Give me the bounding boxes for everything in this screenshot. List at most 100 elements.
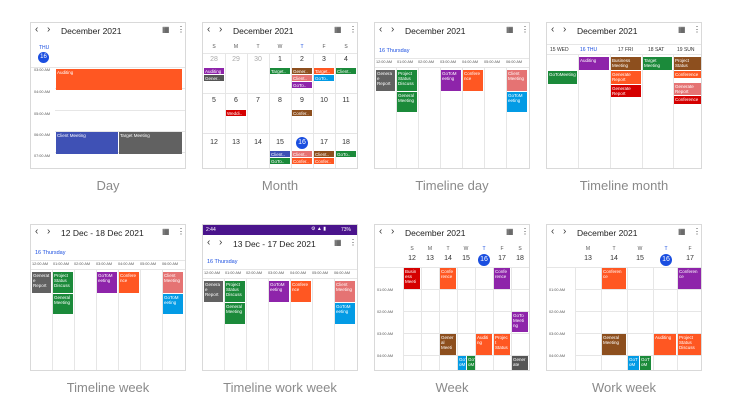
event[interactable]: Client Meeting <box>335 281 355 302</box>
calendar-title[interactable]: 13 Dec - 17 Dec 2021 <box>233 239 316 249</box>
event[interactable]: Gener.. <box>204 75 224 81</box>
calendar-title[interactable]: December 2021 <box>233 26 293 36</box>
event[interactable]: GoTo Meeti ng <box>512 312 528 332</box>
event[interactable]: General Meeting <box>53 294 73 314</box>
event[interactable]: Conferen ce <box>678 268 701 289</box>
calendar-title[interactable]: December 2021 <box>405 26 465 36</box>
event[interactable]: Busin ess Meeti <box>404 268 420 289</box>
today-date[interactable]: 16 <box>660 254 672 266</box>
event[interactable]: Client Meeting <box>507 70 527 91</box>
event[interactable]: Genera e Report <box>376 70 395 91</box>
today-date[interactable]: 16 <box>38 52 49 63</box>
event[interactable]: GoT oM <box>640 356 651 370</box>
next-icon[interactable]: › <box>219 237 222 248</box>
event[interactable]: GoT oM <box>467 356 475 370</box>
event[interactable]: Confer.. <box>314 158 334 164</box>
event[interactable]: Client.. <box>314 151 334 157</box>
event[interactable]: Confer.. <box>292 110 312 116</box>
event[interactable]: Project Status <box>674 57 701 70</box>
event[interactable]: General Meeting <box>602 334 626 355</box>
event[interactable]: GoToM eeting <box>97 272 117 293</box>
calendar-icon[interactable]: ▦ <box>506 25 514 34</box>
event[interactable]: Conferen ce <box>602 268 626 289</box>
event[interactable]: GoToM eeting <box>441 70 461 91</box>
calendar-icon[interactable]: ▦ <box>678 227 686 236</box>
more-options-icon[interactable]: ⋮ <box>177 227 185 236</box>
more-options-icon[interactable]: ⋮ <box>521 25 529 34</box>
calendar-icon[interactable]: ▦ <box>506 227 514 236</box>
event[interactable]: Weddi.. <box>226 110 246 116</box>
event[interactable]: Client.. <box>292 75 312 81</box>
event[interactable]: Generate Report <box>674 83 701 95</box>
prev-icon[interactable]: ‹ <box>35 24 38 35</box>
event[interactable]: Auditing <box>56 69 182 90</box>
event[interactable]: Client Meeting <box>163 272 183 293</box>
event[interactable]: GoTo.. <box>292 82 312 88</box>
event[interactable]: Confer.. <box>292 158 312 164</box>
event[interactable]: Target.. <box>270 68 290 74</box>
event[interactable]: GoT oM <box>628 356 639 370</box>
event[interactable]: GoToM eeting <box>163 294 183 314</box>
event[interactable]: Business Meeting <box>611 57 641 70</box>
event[interactable]: Target Meeting <box>643 57 672 70</box>
event[interactable]: GoToM eeting <box>335 303 355 324</box>
calendar-icon[interactable]: ▦ <box>678 25 686 34</box>
event[interactable]: Conference <box>674 96 701 104</box>
calendar-title[interactable]: December 2021 <box>405 228 465 238</box>
prev-icon[interactable]: ‹ <box>379 226 382 237</box>
next-icon[interactable]: › <box>563 24 566 35</box>
more-options-icon[interactable]: ⋮ <box>349 238 357 247</box>
event[interactable]: Confere nce <box>291 281 311 302</box>
next-icon[interactable]: › <box>47 24 50 35</box>
event[interactable]: Gener ate <box>512 356 528 370</box>
event[interactable]: Project Status Discuss <box>678 334 701 355</box>
prev-icon[interactable]: ‹ <box>551 226 554 237</box>
event[interactable]: Generate Report <box>611 85 641 97</box>
calendar-icon[interactable]: ▦ <box>162 25 170 34</box>
event[interactable]: Client Meeting <box>56 132 118 154</box>
event[interactable]: Conference <box>674 71 701 78</box>
event[interactable]: Client.. <box>336 68 356 74</box>
event[interactable]: Confere nce <box>463 70 483 91</box>
next-icon[interactable]: › <box>47 226 50 237</box>
calendar-title[interactable]: December 2021 <box>577 228 637 238</box>
more-options-icon[interactable]: ⋮ <box>693 25 701 34</box>
event[interactable]: Genera e Report <box>204 281 223 302</box>
calendar-title[interactable]: December 2021 <box>577 26 637 36</box>
event[interactable]: Confe rence <box>440 268 456 289</box>
today-date[interactable]: 16 <box>478 254 490 266</box>
event[interactable]: GoToMeeting <box>548 71 577 84</box>
event[interactable]: Target.. <box>314 68 334 74</box>
calendar-icon[interactable]: ▦ <box>334 238 342 247</box>
more-options-icon[interactable]: ⋮ <box>693 227 701 236</box>
event[interactable]: Project Status Discuss <box>53 272 73 293</box>
prev-icon[interactable]: ‹ <box>35 226 38 237</box>
event[interactable]: Target Meeting <box>119 132 182 154</box>
event[interactable]: Auditing <box>654 334 676 355</box>
more-options-icon[interactable]: ⋮ <box>177 25 185 34</box>
prev-icon[interactable]: ‹ <box>379 24 382 35</box>
event[interactable]: Client.. <box>292 151 312 157</box>
event[interactable]: Generate Report <box>611 71 641 84</box>
calendar-icon[interactable]: ▦ <box>162 227 170 236</box>
calendar-title[interactable]: December 2021 <box>61 26 121 36</box>
event[interactable]: Project Status Discuss <box>225 281 245 302</box>
next-icon[interactable]: › <box>391 226 394 237</box>
more-options-icon[interactable]: ⋮ <box>349 25 357 34</box>
event[interactable]: GoToM eeting <box>269 281 289 302</box>
prev-icon[interactable]: ‹ <box>207 237 210 248</box>
event[interactable]: Gener.. <box>292 68 312 74</box>
calendar-icon[interactable]: ▦ <box>334 25 342 34</box>
event[interactable]: Client.. <box>270 151 290 157</box>
event[interactable]: Projec t Status <box>494 334 510 355</box>
more-options-icon[interactable]: ⋮ <box>521 227 529 236</box>
event[interactable]: General Meeting <box>225 303 245 324</box>
event[interactable]: Project Status Discuss <box>397 70 417 91</box>
event[interactable]: GoT oM <box>458 356 466 370</box>
event[interactable]: GoTo.. <box>336 151 356 157</box>
prev-icon[interactable]: ‹ <box>207 24 210 35</box>
event[interactable]: Generat e Report <box>32 272 51 293</box>
event[interactable]: Auditing <box>579 57 609 70</box>
event[interactable]: GoTo.. <box>270 158 290 164</box>
event[interactable]: Auditi ng <box>476 334 492 355</box>
